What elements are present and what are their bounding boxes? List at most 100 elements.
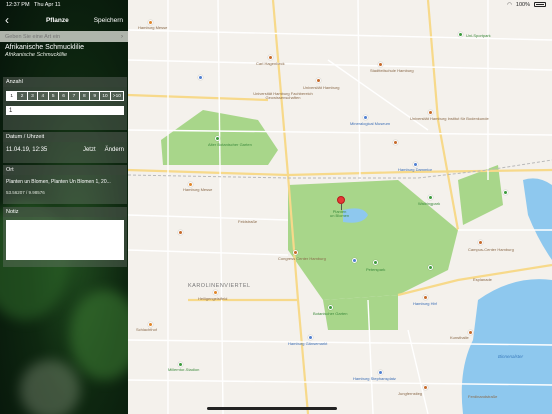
status-time: 12:37 PM <box>6 1 30 8</box>
map-label: Botanischer Garten <box>313 311 348 316</box>
map-label: Campus-Center Hamburg <box>468 247 514 252</box>
back-chevron-icon[interactable]: ‹ <box>5 14 21 26</box>
anzahl-option[interactable]: 3 <box>28 92 39 100</box>
map-poi-pin[interactable] <box>178 230 183 235</box>
ort-coordinates: 53.56207 / 9.98576 <box>6 190 45 195</box>
map-poi-pin[interactable] <box>428 110 433 115</box>
map-poi-pin[interactable] <box>478 240 483 245</box>
map-label: Ferdinandstraße <box>468 394 498 399</box>
map-poi-pin[interactable] <box>293 250 298 255</box>
ort-card[interactable]: Ort Planten un Blomen, Planten Un Blomen… <box>3 165 127 204</box>
anzahl-segmented-control[interactable]: 1 2 3 4 5 6 7 8 9 10 >10 <box>6 91 124 101</box>
map-view[interactable]: Hamburg Messe Carl Hagenbeck Universität… <box>128 0 552 414</box>
water-label: Binnenalster <box>498 354 524 359</box>
status-date: Thu Apr 11 <box>34 1 61 8</box>
anzahl-card: Anzahl 1 2 3 4 5 6 7 8 9 10 >10 1 <box>3 77 127 130</box>
notiz-textarea[interactable] <box>6 220 124 260</box>
aendern-button[interactable]: Ändern <box>105 147 124 153</box>
bg-leaf <box>70 290 128 380</box>
map-label: Hamburg Gänsemarkt <box>288 341 328 346</box>
map-poi-pin[interactable] <box>423 295 428 300</box>
map-poi-pin[interactable] <box>373 260 378 265</box>
map-label: Jungfernstieg <box>398 391 423 396</box>
map-poi-pin[interactable] <box>428 195 433 200</box>
map-label: Millerntor-Stadion <box>168 367 200 372</box>
anzahl-option[interactable]: 5 <box>49 92 59 100</box>
anzahl-input[interactable]: 1 <box>6 106 124 115</box>
jetzt-button[interactable]: Jetzt <box>83 147 96 153</box>
map-poi-pin[interactable] <box>503 190 508 195</box>
map-label: Stadtteilschule Hamburg <box>370 68 414 73</box>
map-label: Peterspark <box>366 267 386 272</box>
species-search[interactable]: › <box>0 31 128 42</box>
map-label: Hamburg Hbf <box>413 301 437 306</box>
map-poi-pin[interactable] <box>308 335 313 340</box>
map-poi-pin[interactable] <box>458 32 463 37</box>
map-label: Universität Hamburg Fachbereich Geowisse… <box>253 91 313 101</box>
plant-name: Afrikanische Schmucklilie <box>5 44 84 51</box>
datum-value: 11.04.19, 12:35 <box>6 147 48 153</box>
map-poi-pin[interactable] <box>363 115 368 120</box>
plant-panel: ‹ Pflanze Speichern › Afrikanische Schmu… <box>0 0 128 414</box>
map-label: Wallringpark <box>418 201 441 206</box>
map-label: Mineralogical Museum <box>350 121 391 126</box>
map-label: Hamburg Messe <box>183 187 213 192</box>
park-label: Planten un Blomen <box>330 209 350 219</box>
battery-percent: 100% <box>515 1 530 8</box>
nav-bar: ‹ Pflanze Speichern <box>0 9 128 31</box>
park-east <box>458 165 503 225</box>
plant-latin-name: Afrikanische Schmucklilie <box>5 52 68 58</box>
alster-water <box>523 178 552 260</box>
datum-label: Datum / Uhrzeit <box>3 132 127 142</box>
map-label: Carl Hagenbeck <box>256 61 285 66</box>
anzahl-label: Anzahl <box>3 77 127 87</box>
map-label: Schlachthof <box>136 327 157 332</box>
map-poi-pin[interactable] <box>378 62 383 67</box>
battery-icon <box>534 2 546 7</box>
map-poi-pin[interactable] <box>198 75 203 80</box>
status-left: 12:37 PM Thu Apr 11 <box>6 2 61 8</box>
map-label: Hamburg Dammtor <box>398 167 433 172</box>
map-poi-pin[interactable] <box>268 55 273 60</box>
species-search-input[interactable] <box>5 33 105 40</box>
save-button[interactable]: Speichern <box>94 17 123 24</box>
ort-address: Planten un Blomen, Planten Un Blomen 1, … <box>6 179 111 185</box>
wifi-icon: ◠ <box>507 1 512 8</box>
map-label: Universität Hamburg <box>303 85 340 90</box>
map-poi-pin[interactable] <box>213 290 218 295</box>
chevron-right-icon: › <box>121 33 123 40</box>
home-indicator[interactable] <box>207 407 337 410</box>
anzahl-option[interactable]: 4 <box>38 92 49 100</box>
anzahl-option[interactable]: >10 <box>111 92 123 100</box>
page-title: Pflanze <box>45 16 69 24</box>
map-label: Alter Botanischer Garten <box>208 142 252 147</box>
map-label: Universität Hamburg Institut für Bodenku… <box>410 116 489 121</box>
map-poi-pin[interactable] <box>423 385 428 390</box>
map-poi-pin[interactable] <box>215 136 220 141</box>
status-bar: 12:37 PM Thu Apr 11 ◠ 100% <box>0 0 552 9</box>
anzahl-option[interactable]: 1 <box>7 92 18 100</box>
ort-label: Ort <box>3 165 127 175</box>
anzahl-option[interactable]: 7 <box>69 92 80 100</box>
map-label: Kunsthalle <box>450 335 469 340</box>
map-poi-pin[interactable] <box>316 78 321 83</box>
anzahl-option[interactable]: 8 <box>80 92 90 100</box>
map-label: Uni-Sportpark <box>466 33 491 38</box>
map-poi-pin[interactable] <box>328 305 333 310</box>
anzahl-option[interactable]: 6 <box>59 92 70 100</box>
datum-card: Datum / Uhrzeit 11.04.19, 12:35 Jetzt Än… <box>3 132 127 163</box>
map-label: Congress Center Hamburg <box>278 256 326 261</box>
anzahl-option[interactable]: 2 <box>17 92 28 100</box>
status-right: ◠ 100% <box>507 2 546 8</box>
map-poi-pin[interactable] <box>378 370 383 375</box>
notiz-label: Notiz <box>3 207 127 217</box>
plant-info: Afrikanische Schmucklilie Afrikanische S… <box>5 44 84 58</box>
map-label: Esplanade <box>473 277 492 282</box>
map-poi-pin[interactable] <box>428 265 433 270</box>
map-poi-pin[interactable] <box>393 140 398 145</box>
location-pin[interactable] <box>337 196 345 210</box>
anzahl-option[interactable]: 9 <box>90 92 101 100</box>
anzahl-option[interactable]: 10 <box>100 92 111 100</box>
map-poi-pin[interactable] <box>352 258 357 263</box>
map-label: Feldstraße <box>238 219 258 224</box>
